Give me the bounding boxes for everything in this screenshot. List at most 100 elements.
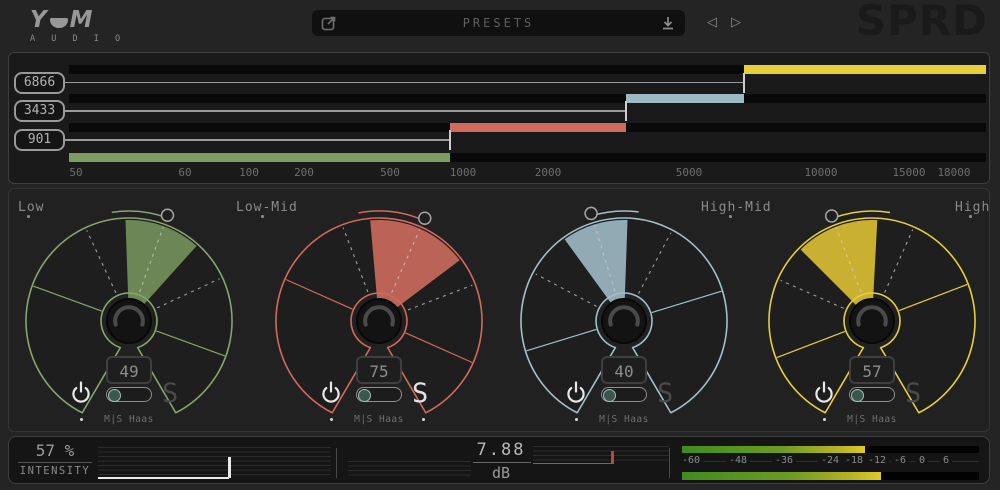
solo-button[interactable]: S bbox=[162, 378, 178, 409]
power-active-dot bbox=[80, 418, 83, 421]
ms-haas-toggle[interactable] bbox=[356, 387, 402, 402]
meter-scale-label: -24 bbox=[818, 455, 842, 466]
gain-slider-handle[interactable] bbox=[611, 451, 614, 464]
meter-scale-label: -60 bbox=[679, 455, 703, 466]
freq-tick-label: 10000 bbox=[804, 166, 837, 179]
bowl-icon bbox=[50, 18, 68, 28]
toggle-knob[interactable] bbox=[108, 389, 121, 402]
power-active-dot bbox=[330, 418, 333, 421]
crossover-handle[interactable] bbox=[625, 101, 627, 121]
crossover-handle[interactable] bbox=[743, 73, 745, 93]
dial-low[interactable] bbox=[9, 199, 249, 443]
meter-fill-left bbox=[682, 446, 865, 453]
crossover-handle[interactable] bbox=[449, 130, 451, 150]
power-active-dot bbox=[823, 418, 826, 421]
crossover-line bbox=[61, 110, 626, 112]
ms-haas-toggle[interactable] bbox=[106, 387, 152, 402]
freq-tick-label: 60 bbox=[178, 166, 191, 179]
footer-divider-left bbox=[336, 448, 337, 478]
ms-haas-toggle[interactable] bbox=[849, 387, 895, 402]
width-arc-handle[interactable] bbox=[826, 210, 838, 222]
ms-haas-labels: M|S Haas bbox=[84, 414, 174, 425]
width-value-box[interactable]: 49 bbox=[106, 356, 152, 384]
freq-tick-label: 100 bbox=[239, 166, 259, 179]
crossover-value-box[interactable]: 6866 bbox=[14, 72, 65, 94]
intensity-slider-fill bbox=[98, 477, 229, 479]
band-dials-panel: Low49M|S HaasSLow-Mid75M|S HaasSHigh-Mid… bbox=[8, 188, 990, 432]
power-icon bbox=[813, 381, 835, 405]
freq-tick-label: 18000 bbox=[937, 166, 970, 179]
power-icon bbox=[320, 381, 342, 405]
meter-scale-label: -12 bbox=[865, 455, 889, 466]
intensity-value: 57 % bbox=[18, 441, 92, 460]
solo-button[interactable]: S bbox=[905, 378, 921, 409]
solo-active-dot bbox=[422, 418, 425, 421]
band-range-high-mid[interactable] bbox=[626, 94, 744, 103]
footer-divider-right bbox=[669, 448, 670, 478]
toggle-knob[interactable] bbox=[603, 389, 616, 402]
presets-label[interactable]: PRESETS bbox=[312, 16, 685, 30]
meter-scale-label: 6 bbox=[940, 455, 952, 466]
preset-prev-button[interactable]: ◁ bbox=[703, 13, 721, 33]
toggle-knob[interactable] bbox=[851, 389, 864, 402]
download-icon[interactable] bbox=[659, 14, 677, 32]
gain-divider bbox=[473, 462, 531, 463]
plugin-window: YM A U D I O PRESETS ◁ ▷ SPRD 6866 3433 90… bbox=[0, 0, 1000, 490]
preset-next-button[interactable]: ▷ bbox=[727, 13, 745, 33]
dial-high[interactable] bbox=[752, 199, 992, 443]
band-range-low[interactable] bbox=[69, 153, 450, 162]
width-value-box[interactable]: 40 bbox=[601, 356, 647, 384]
power-active-dot bbox=[575, 418, 578, 421]
width-value-box[interactable]: 57 bbox=[849, 356, 895, 384]
crossover-line bbox=[61, 82, 744, 84]
meter-scale-label: -18 bbox=[842, 455, 866, 466]
freq-tick-label: 1000 bbox=[450, 166, 477, 179]
width-arc-handle[interactable] bbox=[419, 212, 431, 224]
sprd-logo: SPRD bbox=[856, 0, 988, 45]
width-arc-handle[interactable] bbox=[585, 207, 597, 219]
meter-track-left bbox=[682, 446, 979, 453]
crossover-line bbox=[61, 139, 450, 141]
ms-haas-labels: M|S Haas bbox=[579, 414, 669, 425]
width-arc bbox=[833, 211, 890, 218]
freq-tick-label: 5000 bbox=[676, 166, 703, 179]
header-bar: YM A U D I O PRESETS ◁ ▷ SPRD bbox=[0, 0, 1000, 50]
intensity-label: INTENSITY bbox=[18, 465, 92, 477]
band-range-high[interactable] bbox=[744, 65, 986, 74]
meter-track-right bbox=[682, 472, 979, 480]
band-range-low-mid[interactable] bbox=[450, 123, 626, 132]
footer-bar: 57 % INTENSITY 7.88 dB -60-48-36-24-18-1… bbox=[8, 436, 990, 484]
gain-value: 7.88 bbox=[441, 440, 561, 460]
meter-scale-label: -6 bbox=[891, 455, 909, 466]
band-track-high-mid bbox=[69, 94, 986, 103]
ms-haas-toggle[interactable] bbox=[601, 387, 647, 402]
brand-letter-m: M bbox=[70, 7, 94, 33]
power-button[interactable] bbox=[320, 381, 342, 405]
power-button[interactable] bbox=[70, 381, 92, 405]
freq-tick-label: 50 bbox=[69, 166, 82, 179]
width-arc bbox=[112, 211, 167, 218]
solo-button[interactable]: S bbox=[412, 378, 428, 409]
frequency-split-panel: 6866343390150601002005001000200050001000… bbox=[8, 52, 990, 184]
width-arc bbox=[592, 211, 639, 216]
preset-bar[interactable]: PRESETS bbox=[312, 10, 685, 36]
intensity-divider bbox=[18, 462, 92, 463]
intensity-slider[interactable] bbox=[98, 447, 331, 478]
dial-low-mid[interactable] bbox=[259, 199, 499, 443]
power-icon bbox=[565, 381, 587, 405]
dial-high-mid[interactable] bbox=[504, 199, 744, 443]
power-button[interactable] bbox=[813, 381, 835, 405]
power-button[interactable] bbox=[565, 381, 587, 405]
width-arc-handle[interactable] bbox=[161, 209, 173, 221]
intensity-slider-handle[interactable] bbox=[228, 457, 231, 478]
crossover-value-box[interactable]: 3433 bbox=[14, 100, 65, 122]
meter-fill-right bbox=[682, 472, 881, 480]
power-icon bbox=[70, 381, 92, 405]
solo-button[interactable]: S bbox=[657, 378, 673, 409]
toggle-knob[interactable] bbox=[358, 389, 371, 402]
width-value-box[interactable]: 75 bbox=[356, 356, 402, 384]
freq-tick-label: 200 bbox=[294, 166, 314, 179]
brand-subtitle: A U D I O bbox=[30, 34, 126, 44]
ms-haas-labels: M|S Haas bbox=[827, 414, 917, 425]
crossover-value-box[interactable]: 901 bbox=[14, 129, 65, 151]
